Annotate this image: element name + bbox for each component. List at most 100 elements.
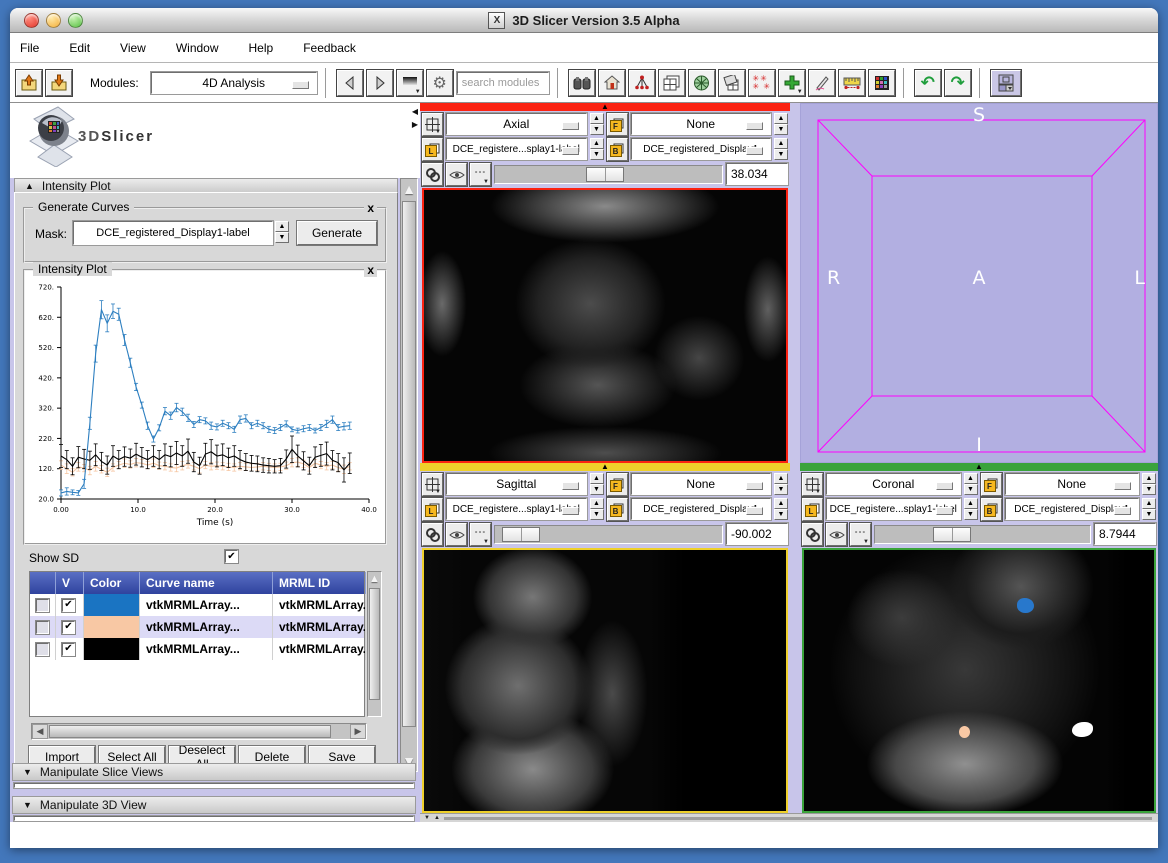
close-generate-curves-button[interactable]: x	[364, 201, 377, 215]
label-layer-button[interactable]: L	[422, 138, 443, 161]
sagittal-offset-value[interactable]: -90.002	[726, 523, 788, 545]
scroll-right-icon[interactable]: ▶	[350, 724, 366, 739]
slice-visibility-button[interactable]	[826, 523, 847, 546]
slice-visibility-button[interactable]	[446, 523, 467, 546]
load-scene-button[interactable]	[16, 70, 42, 96]
foreground-layer-button[interactable]: F	[981, 473, 1002, 496]
axial-offset-slider[interactable]	[494, 165, 723, 184]
scroll-up-icon[interactable]: ▲	[368, 573, 381, 585]
axial-orientation-spinner[interactable]: ▲▼	[590, 113, 604, 136]
sagittal-slice-view[interactable]	[422, 548, 788, 813]
sagittal-orientation-combobox[interactable]: Sagittal	[446, 473, 587, 495]
table-hscrollbar[interactable]: ◀ ▶	[31, 723, 367, 740]
sagittal-strip[interactable]: ▲	[420, 463, 790, 471]
axial-background-combobox[interactable]: DCE_registered_Display1	[631, 138, 772, 160]
module-settings-button[interactable]: ⚙	[427, 70, 453, 96]
row-visible-checkbox[interactable]: ✔	[62, 643, 75, 656]
menu-help[interactable]: Help	[247, 39, 276, 57]
background-layer-button[interactable]: B	[607, 498, 628, 521]
axial-offset-value[interactable]: 38.034	[726, 163, 788, 185]
coronal-foreground-combobox[interactable]: None	[1005, 473, 1140, 495]
background-layer-button[interactable]: B	[607, 138, 628, 161]
axial-foreground-spinner[interactable]: ▲▼	[774, 113, 788, 136]
save-scene-button[interactable]	[46, 70, 72, 96]
colors-button[interactable]	[869, 70, 895, 96]
measurements-button[interactable]	[839, 70, 865, 96]
link-slices-button[interactable]	[802, 523, 823, 546]
foreground-layer-button[interactable]: F	[607, 473, 628, 496]
axial-strip[interactable]: ▲	[420, 103, 790, 111]
coronal-foreground-spinner[interactable]: ▲▼	[1142, 473, 1156, 496]
manipulate-slice-views-header[interactable]: ▼ Manipulate Slice Views	[12, 763, 416, 781]
scroll-track[interactable]	[444, 817, 1152, 820]
axial-foreground-combobox[interactable]: None	[631, 113, 772, 135]
axial-label-combobox[interactable]: DCE_registere...splay1-label	[446, 138, 587, 160]
curve-color-swatch[interactable]	[84, 594, 139, 616]
volume-rendering-button[interactable]	[689, 70, 715, 96]
scroll-up-icon[interactable]: ▲	[401, 181, 417, 197]
slices-toggle-button[interactable]	[719, 70, 745, 96]
axial-orientation-combobox[interactable]: Axial	[446, 113, 587, 135]
slice-visibility-button[interactable]	[446, 163, 467, 186]
coronal-label-spinner[interactable]: ▲▼	[964, 498, 978, 521]
foreground-layer-button[interactable]: F	[607, 113, 628, 136]
link-slices-button[interactable]	[422, 523, 443, 546]
menu-edit[interactable]: Edit	[67, 39, 92, 57]
row-select-checkbox[interactable]	[36, 599, 49, 612]
home-module-button[interactable]	[599, 70, 625, 96]
sagittal-foreground-combobox[interactable]: None	[631, 473, 772, 495]
mask-combobox[interactable]: DCE_registered_Display1-label	[73, 221, 273, 245]
coronal-offset-slider[interactable]	[874, 525, 1091, 544]
sagittal-background-combobox[interactable]: DCE_registered_Display1	[631, 498, 772, 520]
row-select-checkbox[interactable]	[36, 643, 49, 656]
show-sd-checkbox[interactable]: ✔	[225, 550, 238, 563]
manipulate-3d-view-header[interactable]: ▼ Manipulate 3D View	[12, 796, 416, 814]
slice-options-button[interactable]: °°°▼	[470, 523, 491, 546]
find-modules-button[interactable]	[569, 70, 595, 96]
panel-scrollbar[interactable]: ▲ ▼	[400, 178, 418, 772]
compare-layout-button[interactable]	[659, 70, 685, 96]
table-row[interactable]: ✔ vtkMRMLArray... vtkMRMLArray...	[30, 616, 364, 638]
coronal-label-combobox[interactable]: DCE_registere...splay1-label	[826, 498, 961, 520]
intensity-plot-section-header[interactable]: ▲ Intensity Plot	[14, 178, 398, 193]
curve-color-swatch[interactable]	[84, 638, 139, 660]
table-row[interactable]: ✔ vtkMRMLArray... vtkMRMLArray...	[30, 638, 364, 660]
background-layer-button[interactable]: B	[981, 498, 1002, 521]
modules-combobox[interactable]: 4D Analysis	[151, 72, 317, 94]
threed-view[interactable]: S R A L I	[800, 103, 1158, 463]
sagittal-foreground-spinner[interactable]: ▲▼	[774, 473, 788, 496]
layout-select-button[interactable]	[991, 70, 1021, 96]
roi-button[interactable]: ▼	[779, 70, 805, 96]
slice-options-button[interactable]: °°°▼	[470, 163, 491, 186]
curve-color-swatch[interactable]	[84, 616, 139, 638]
sagittal-orientation-spinner[interactable]: ▲▼	[590, 473, 604, 496]
coronal-offset-value[interactable]: 8.7944	[1094, 523, 1156, 545]
mask-spinner[interactable]: ▲▼	[275, 221, 289, 243]
viewport-scroll-strip[interactable]: ▼ ▲	[420, 813, 1158, 822]
sagittal-background-spinner[interactable]: ▲▼	[774, 498, 788, 521]
view-hierarchy-button[interactable]	[629, 70, 655, 96]
menu-window[interactable]: Window	[174, 39, 221, 57]
row-select-checkbox[interactable]	[36, 621, 49, 634]
coronal-strip[interactable]: ▲	[800, 463, 1158, 471]
generate-button[interactable]: Generate	[297, 221, 377, 245]
panel-collapse-left-icon[interactable]: ◀	[412, 107, 418, 116]
coronal-slice-view[interactable]	[802, 548, 1156, 813]
mouse-mode-button[interactable]	[809, 70, 835, 96]
search-modules-input[interactable]	[457, 72, 549, 94]
row-visible-checkbox[interactable]: ✔	[62, 599, 75, 612]
coronal-background-combobox[interactable]: DCE_registered_Display1	[1005, 498, 1140, 520]
module-history-button[interactable]: ▼	[397, 70, 423, 96]
scroll-left-icon[interactable]: ◀	[32, 724, 48, 739]
title-bar[interactable]: X 3D Slicer Version 3.5 Alpha	[10, 8, 1158, 33]
row-visible-checkbox[interactable]: ✔	[62, 621, 75, 634]
redo-button[interactable]: ↷	[945, 70, 971, 96]
menu-file[interactable]: File	[18, 39, 41, 57]
axial-background-spinner[interactable]: ▲▼	[774, 138, 788, 161]
undo-button[interactable]: ↶	[915, 70, 941, 96]
slice-layout-button[interactable]: ▼	[422, 473, 443, 496]
sagittal-offset-slider[interactable]	[494, 525, 723, 544]
fiducials-button[interactable]: ✳✳✳ ✳	[749, 70, 775, 96]
slice-layout-button[interactable]: ▼	[802, 473, 823, 496]
label-layer-button[interactable]: L	[802, 498, 823, 521]
